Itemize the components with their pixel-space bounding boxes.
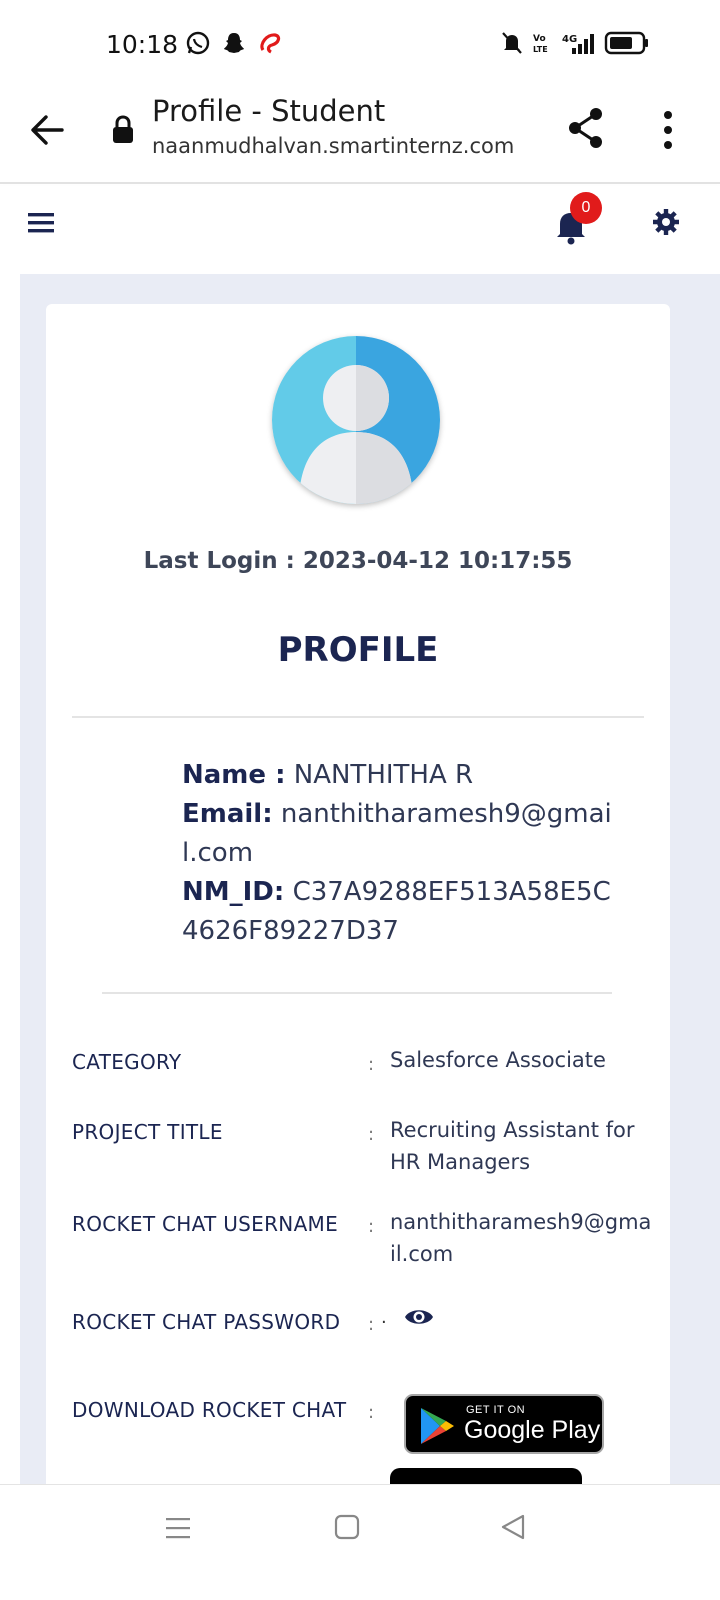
gear-icon[interactable] [652, 208, 680, 236]
category-value: Salesforce Associate [390, 1048, 606, 1072]
rocket-chat-password-label: ROCKET CHAT PASSWORD [72, 1310, 341, 1334]
avatar [272, 336, 440, 504]
colon-separator: : [368, 1402, 375, 1423]
colon-separator: : [368, 1216, 375, 1237]
divider [102, 992, 612, 994]
name-label: Name : [182, 760, 286, 790]
colon-separator: : [368, 1314, 375, 1335]
download-rocket-chat-label: DOWNLOAD ROCKET CHAT [72, 1398, 347, 1422]
nmid-line: NM_ID: C37A9288EF513A58E5C4626F89227D37 [182, 873, 618, 951]
snapchat-icon [221, 30, 247, 56]
profile-card: Last Login : 2023-04-12 10:17:55 PROFILE… [46, 304, 670, 1504]
whatsapp-icon [185, 30, 211, 56]
project-title-label: PROJECT TITLE [72, 1120, 223, 1144]
eye-icon[interactable] [404, 1306, 434, 1328]
mute-icon [500, 30, 524, 61]
rocket-chat-username-value: nanthitharamesh9@gmail.com [390, 1210, 652, 1266]
profile-heading: PROFILE [277, 630, 439, 670]
email-line: Email: nanthitharamesh9@gmail.com [182, 795, 618, 873]
status-bar: 10:18 Vo LTE 4G [0, 0, 720, 88]
category-label: CATEGORY [72, 1050, 182, 1074]
status-time: 10:18 [106, 30, 179, 59]
last-login: Last Login : 2023-04-12 10:17:55 [143, 548, 573, 574]
project-title-value: Recruiting Assistant for HR Managers [390, 1118, 635, 1174]
url-text[interactable]: naanmudhalvan.smartinternz.com [152, 134, 514, 158]
rocket-chat-username-label: ROCKET CHAT USERNAME [72, 1212, 339, 1236]
google-play-button[interactable]: GET IT ON Google Play [404, 1394, 604, 1454]
browser-bar: Profile - Student naanmudhalvan.smartint… [0, 88, 720, 184]
google-play-small-text: GET IT ON [466, 1404, 526, 1416]
page-title[interactable]: Profile - Student [152, 94, 385, 128]
lock-icon[interactable] [111, 115, 135, 145]
navigation-bar [0, 1484, 720, 1600]
status-right-icons: Vo LTE 4G [500, 30, 650, 61]
recent-apps-icon[interactable] [164, 1515, 192, 1541]
share-icon[interactable] [566, 106, 606, 150]
app-header: 0 [0, 186, 720, 274]
email-label: Email: [182, 799, 273, 829]
name-line: Name : NANTHITHA R [182, 756, 618, 795]
volte-icon: Vo LTE [532, 30, 550, 61]
profile-info: Name : NANTHITHA R Email: nanthitharames… [182, 756, 618, 951]
svg-text:Vo: Vo [533, 34, 546, 44]
back-arrow-icon[interactable] [28, 110, 68, 150]
4g-signal-icon: 4G [558, 30, 596, 61]
airtel-icon [257, 30, 283, 56]
home-icon[interactable] [334, 1514, 360, 1540]
divider [72, 716, 644, 718]
more-options-icon[interactable] [660, 108, 676, 152]
colon-separator: : [368, 1054, 375, 1075]
colon-separator: : [368, 1124, 375, 1145]
hamburger-menu-icon[interactable] [28, 212, 54, 234]
name-value: NANTHITHA R [293, 760, 474, 790]
google-play-icon [418, 1406, 456, 1446]
password-value: · [381, 1312, 387, 1333]
back-icon[interactable] [500, 1513, 526, 1541]
left-rail [0, 274, 20, 1504]
google-play-text: Google Play [464, 1416, 601, 1444]
status-app-icons [185, 30, 283, 56]
svg-text:LTE: LTE [533, 45, 548, 54]
battery-icon [604, 31, 650, 60]
notification-badge[interactable]: 0 [570, 192, 602, 224]
nmid-label: NM_ID: [182, 877, 285, 907]
svg-text:4G: 4G [562, 34, 577, 45]
